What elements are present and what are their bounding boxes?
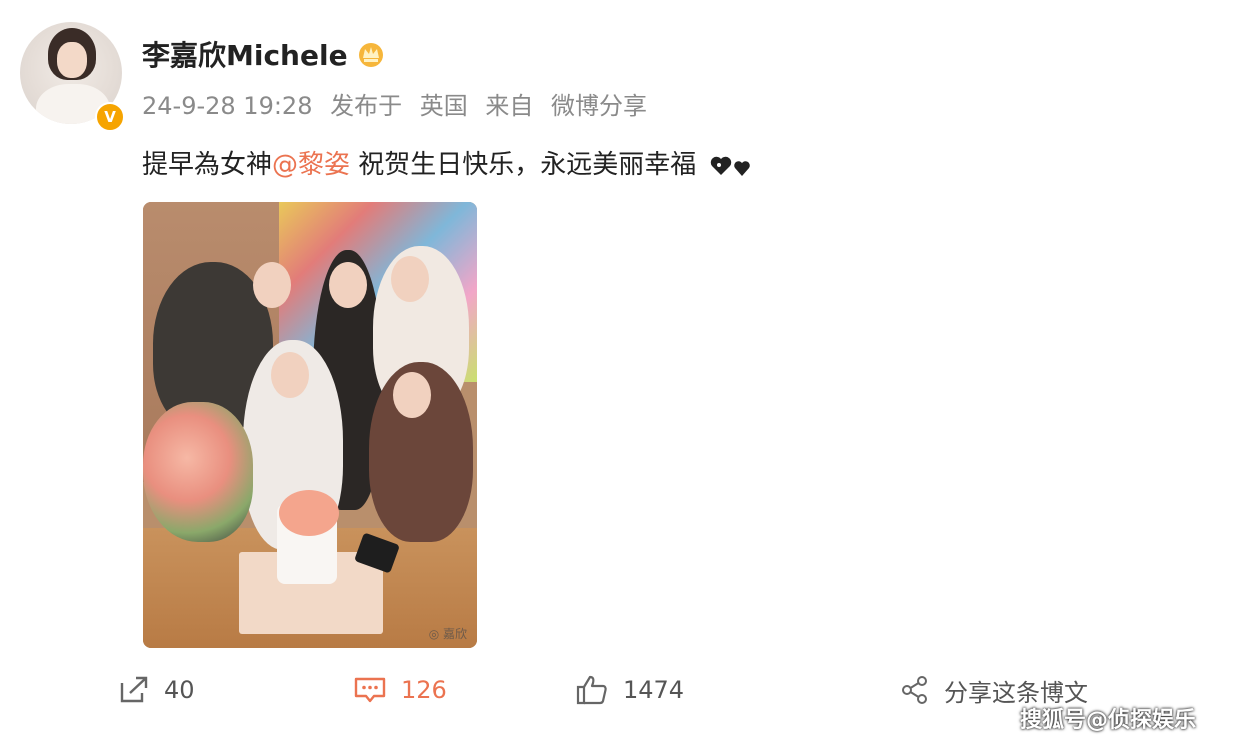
share-count: 40 (164, 676, 195, 704)
source-watermark: 搜狐号@侦探娱乐 (1020, 708, 1197, 733)
photo-face (393, 372, 431, 418)
post-photo[interactable]: ◎ 嘉欣 (143, 202, 477, 648)
photo-face (271, 352, 309, 398)
like-count: 1474 (623, 676, 685, 704)
author-name[interactable]: 李嘉欣Michele (142, 34, 348, 74)
avatar-face (57, 42, 87, 78)
post-location: 英国 (419, 92, 468, 120)
photo-face (253, 262, 291, 308)
crown-icon (359, 43, 383, 67)
post-text-suffix: 祝贺生日快乐，永远美丽幸福 (350, 150, 697, 180)
comment-icon (354, 677, 386, 703)
published-label: 发布于 (330, 92, 403, 120)
hearts-emoji-icon (710, 156, 750, 176)
photo-cake-rose (279, 490, 339, 536)
from-label: 来自 (485, 92, 534, 120)
like-button[interactable]: 1474 (575, 672, 684, 708)
mention-link[interactable]: @黎姿 (272, 150, 350, 180)
photo-watermark: ◎ 嘉欣 (428, 627, 467, 641)
post-text: 提早為女神@黎姿 祝贺生日快乐，永远美丽幸福 (142, 144, 757, 181)
post-source[interactable]: 微博分享 (551, 92, 647, 120)
share-button[interactable]: 40 (118, 672, 195, 708)
photo-face (329, 262, 367, 308)
network-share-icon (902, 676, 927, 704)
share-icon (120, 676, 148, 703)
post-timestamp[interactable]: 24-9-28 19:28 (142, 92, 312, 120)
photo-face (391, 256, 429, 302)
photo-bouquet (143, 402, 253, 542)
post-text-prefix: 提早為女神 (142, 150, 273, 180)
post-meta: 24-9-28 19:28 发布于 英国 来自 微博分享 (142, 86, 657, 121)
comment-count: 126 (401, 676, 447, 704)
comment-button[interactable]: 126 (353, 672, 447, 708)
verified-badge-icon: V (95, 102, 125, 132)
like-icon (576, 675, 607, 705)
